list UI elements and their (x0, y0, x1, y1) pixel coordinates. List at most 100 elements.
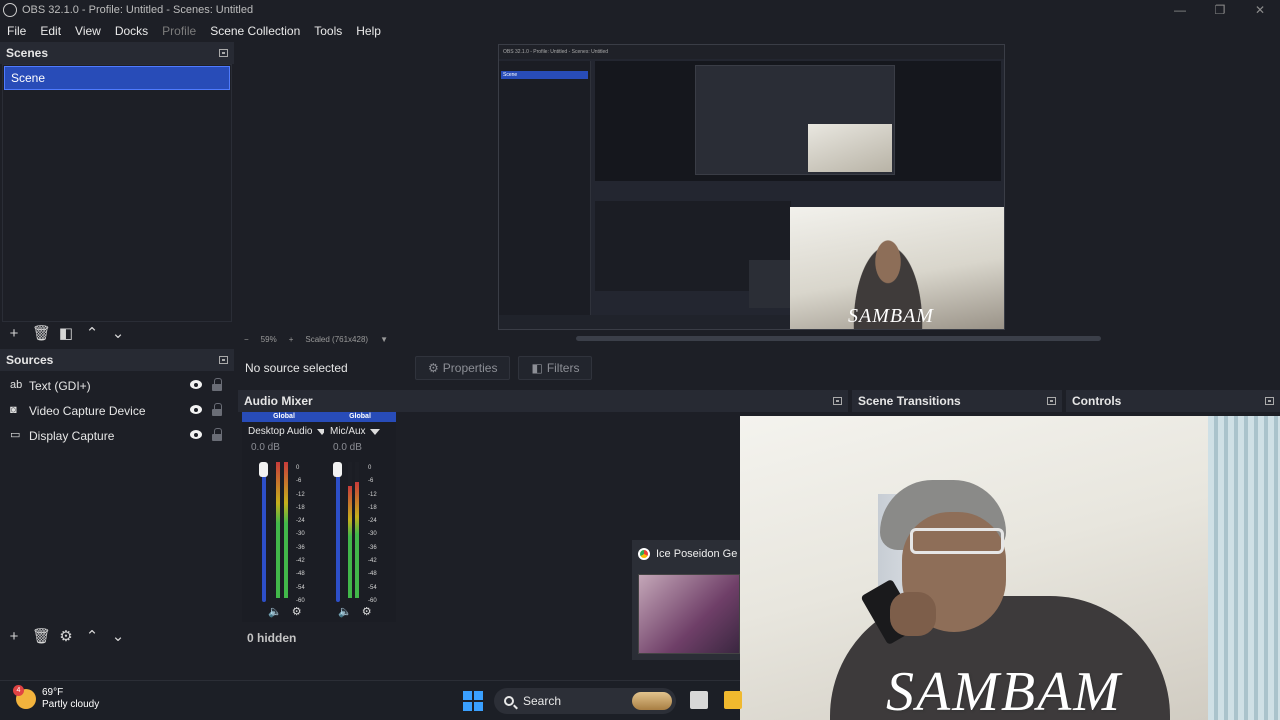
channel-name-dropdown[interactable]: Desktop Audio (242, 426, 327, 437)
webcam-caption: SAMBAM (886, 661, 1122, 720)
preview-canvas[interactable]: OBS 32.1.0 - Profile: Untitled - Scenes:… (498, 44, 1005, 330)
move-scene-up-button[interactable]: ⌃ (84, 326, 100, 342)
global-badge: Global (324, 412, 396, 422)
notification-badge: 4 (13, 685, 24, 696)
zoom-in-button[interactable]: + (289, 335, 294, 344)
minimize-button[interactable]: — (1160, 0, 1200, 20)
meter-fill (355, 482, 359, 598)
volume-fader-track[interactable] (262, 470, 266, 602)
audio-mixer-header: Audio Mixer (238, 390, 848, 412)
obs-logo-icon (3, 3, 17, 17)
meter-fill (284, 462, 288, 598)
scale-mode-select[interactable]: Scaled (761x428) (305, 335, 368, 344)
remove-source-button[interactable]: 🗑 (32, 629, 51, 645)
move-scene-down-button[interactable]: ⌄ (110, 326, 126, 342)
scene-item[interactable]: Scene (4, 66, 230, 90)
menu-tools[interactable]: Tools (314, 24, 342, 38)
scenes-title: Scenes (6, 46, 49, 60)
menu-file[interactable]: File (7, 24, 26, 38)
chevron-down-icon[interactable]: ▼ (380, 335, 388, 344)
volume-fader-handle[interactable] (259, 462, 268, 477)
undock-icon[interactable] (1265, 397, 1274, 405)
monitor-icon: ▭ (10, 429, 21, 441)
camera-icon: ◙ (10, 404, 17, 416)
db-tick: -30 (296, 531, 305, 538)
weather-widget[interactable]: 4 69°F Partly cloudy (13, 685, 99, 711)
db-tick: -36 (368, 544, 377, 551)
undock-icon[interactable] (1047, 397, 1056, 405)
task-view-icon[interactable] (690, 691, 708, 709)
db-tick: -42 (368, 558, 377, 565)
channel-name: Desktop Audio (248, 426, 313, 437)
volume-fader-handle[interactable] (333, 462, 342, 477)
undock-icon[interactable] (833, 397, 842, 405)
undock-icon[interactable] (219, 356, 228, 364)
scene-transitions-header: Scene Transitions (852, 390, 1062, 412)
background-curtain (1208, 416, 1280, 720)
db-scale: 0 -6 -12 -18 -24 -30 -36 -42 -48 -54 -60 (368, 462, 377, 608)
zoom-out-button[interactable]: − (244, 335, 249, 344)
lock-icon[interactable] (212, 378, 222, 391)
controls-header: Controls (1066, 390, 1280, 412)
remove-scene-button[interactable]: 🗑 (32, 326, 51, 342)
add-source-button[interactable]: + (6, 629, 22, 645)
sources-dock: Sources ab Text (GDI+) ◙ Video Capture D… (0, 349, 234, 649)
channel-name-dropdown[interactable]: Mic/Aux (324, 426, 396, 437)
menu-view[interactable]: View (75, 24, 101, 38)
audio-mixer-title: Audio Mixer (244, 394, 313, 408)
speaker-icon[interactable]: 🔈 (338, 605, 352, 618)
scene-list: Scene (2, 64, 232, 322)
scenes-dock: Scenes Scene + 🗑 ◧ ⌃ ⌄ (0, 42, 234, 344)
undock-icon[interactable] (219, 49, 228, 57)
meter-fill (276, 462, 280, 598)
chrome-window-preview[interactable]: Ice Poseidon Ge (632, 540, 740, 660)
properties-button[interactable]: ⚙ Properties (415, 356, 511, 380)
sources-title: Sources (6, 353, 54, 367)
menu-docks[interactable]: Docks (115, 24, 148, 38)
channel-settings-gear-icon[interactable]: ⚙ (362, 605, 372, 618)
db-tick: -30 (368, 531, 377, 538)
menu-bar: File Edit View Docks Profile Scene Colle… (0, 20, 1280, 42)
window-title: OBS 32.1.0 - Profile: Untitled - Scenes:… (22, 4, 254, 16)
chrome-icon (638, 548, 650, 560)
nested-caption: SAMBAM (848, 305, 934, 327)
source-item-text[interactable]: ab Text (GDI+) (2, 373, 232, 398)
db-tick: -48 (296, 571, 305, 578)
menu-edit[interactable]: Edit (40, 24, 61, 38)
source-properties-gear-icon[interactable]: ⚙ (58, 629, 74, 645)
preview-area[interactable]: OBS 32.1.0 - Profile: Untitled - Scenes:… (238, 42, 1280, 332)
scene-filters-button[interactable]: ◧ (58, 326, 74, 342)
source-item-video-capture[interactable]: ◙ Video Capture Device (2, 398, 232, 423)
nested-obs-title: OBS 32.1.0 - Profile: Untitled - Scenes:… (499, 45, 1004, 59)
db-tick: 0 (296, 465, 300, 471)
db-tick: -24 (368, 518, 377, 525)
volume-fader-track[interactable] (336, 470, 340, 602)
visibility-eye-icon[interactable] (190, 430, 202, 439)
taskbar-search[interactable]: Search (494, 688, 676, 714)
visibility-eye-icon[interactable] (190, 405, 202, 414)
menu-scene-collection[interactable]: Scene Collection (210, 24, 300, 38)
windows-start-icon[interactable] (463, 691, 483, 711)
filters-button[interactable]: ◧ Filters (518, 356, 593, 380)
lock-icon[interactable] (212, 403, 222, 416)
source-item-display-capture[interactable]: ▭ Display Capture (2, 423, 232, 448)
close-button[interactable]: ✕ (1240, 0, 1280, 20)
preview-horizontal-scrollbar[interactable] (576, 336, 1101, 341)
file-explorer-icon[interactable] (724, 691, 742, 709)
move-source-down-button[interactable]: ⌄ (110, 629, 126, 645)
db-tick: -18 (368, 504, 377, 511)
lock-icon[interactable] (212, 428, 222, 441)
add-scene-button[interactable]: + (6, 326, 22, 342)
menu-help[interactable]: Help (356, 24, 381, 38)
move-source-up-button[interactable]: ⌃ (84, 629, 100, 645)
maximize-button[interactable]: ❐ (1200, 0, 1240, 20)
db-tick: -54 (296, 584, 305, 591)
search-label: Search (523, 694, 562, 708)
speaker-icon[interactable]: 🔈 (268, 605, 282, 618)
hidden-count: 0 hidden (247, 631, 297, 645)
visibility-eye-icon[interactable] (190, 380, 202, 389)
nested-sources-panel (499, 185, 591, 305)
mic-aux-channel: Global Mic/Aux 0.0 dB 0 -6 -12 -18 -24 -… (324, 412, 396, 622)
channel-settings-gear-icon[interactable]: ⚙ (292, 605, 302, 618)
sources-dock-header: Sources (0, 349, 234, 371)
